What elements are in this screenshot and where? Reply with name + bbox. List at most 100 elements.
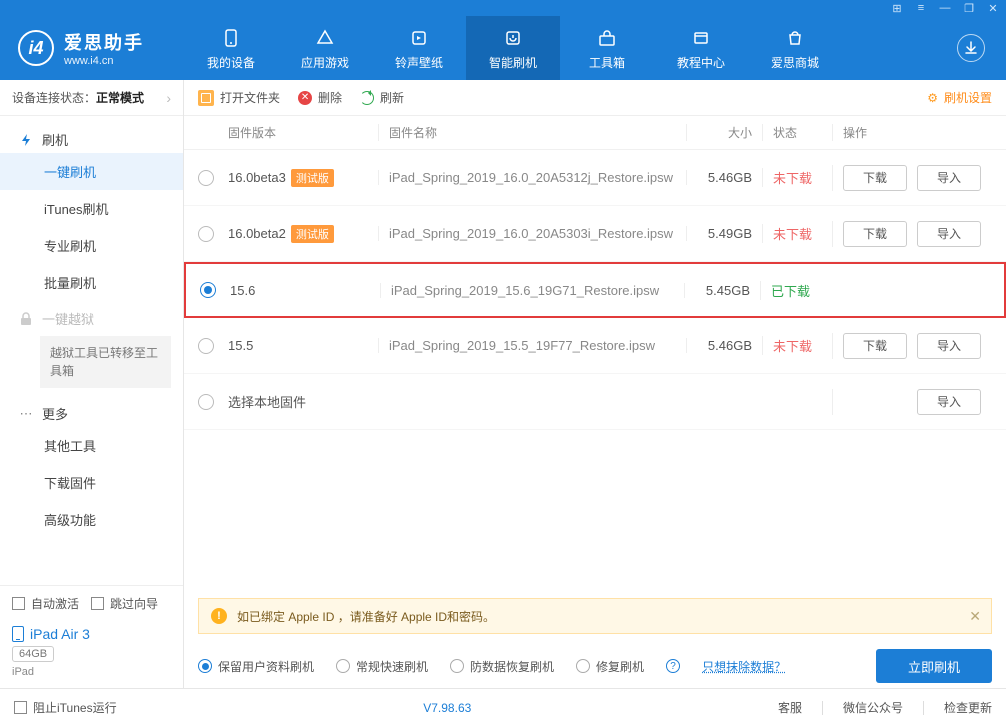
- col-ops: 操作: [832, 124, 992, 141]
- gear-icon: ⚙: [927, 91, 938, 105]
- titlebar-restore-icon[interactable]: ❐: [962, 1, 976, 15]
- top-nav: 我的设备应用游戏铃声壁纸智能刷机工具箱教程中心爱思商城: [184, 16, 936, 80]
- store-icon: [783, 26, 807, 50]
- device-icon: [219, 26, 243, 50]
- delete-icon: ✕: [298, 91, 312, 105]
- firmware-name: iPad_Spring_2019_16.0_20A5303i_Restore.i…: [378, 226, 686, 241]
- warning-icon: !: [211, 608, 227, 624]
- sidebar-group-flash[interactable]: 刷机: [0, 122, 183, 153]
- sidebar-scroll: 刷机 一键刷机iTunes刷机专业刷机批量刷机 一键越狱 越狱工具已转移至工具箱…: [0, 116, 183, 585]
- download-button[interactable]: 下载: [843, 221, 907, 247]
- titlebar-close-icon[interactable]: ✕: [986, 1, 1000, 15]
- group-flash-label: 刷机: [42, 130, 68, 149]
- warning-text: 如已绑定 Apple ID ，请准备好 Apple ID和密码。: [237, 608, 495, 625]
- sidebar-more-1[interactable]: 下载固件: [0, 464, 183, 501]
- firmware-status: 未下载: [762, 168, 832, 187]
- update-link[interactable]: 检查更新: [944, 699, 992, 716]
- sidebar-item-oneclick[interactable]: 一键刷机: [0, 153, 183, 190]
- conn-value: 正常模式: [96, 91, 144, 105]
- col-name: 固件名称: [378, 124, 686, 141]
- support-link[interactable]: 客服: [778, 699, 802, 716]
- import-button[interactable]: 导入: [917, 165, 981, 191]
- tab-device[interactable]: 我的设备: [184, 16, 278, 80]
- firmware-status: 未下载: [762, 336, 832, 355]
- warning-bar: ! 如已绑定 Apple ID ，请准备好 Apple ID和密码。 ✕: [198, 598, 992, 634]
- firmware-row[interactable]: 15.6iPad_Spring_2019_15.6_19G71_Restore.…: [184, 262, 1006, 318]
- firmware-name: iPad_Spring_2019_15.6_19G71_Restore.ipsw: [380, 283, 684, 298]
- toolbar: 打开文件夹 ✕删除 刷新 ⚙刷机设置: [184, 80, 1006, 116]
- download-button[interactable]: 下载: [843, 333, 907, 359]
- tab-flash[interactable]: 智能刷机: [466, 16, 560, 80]
- flash-now-button[interactable]: 立即刷机: [876, 649, 992, 683]
- app-version[interactable]: V7.98.63: [423, 701, 471, 715]
- firmware-size: 5.49GB: [686, 226, 762, 241]
- col-status: 状态: [762, 124, 832, 141]
- delete-button[interactable]: ✕删除: [298, 89, 342, 106]
- erase-data-link[interactable]: 只想抹除数据？: [702, 658, 786, 675]
- toolbox-icon: [595, 26, 619, 50]
- firmware-ops: 下载导入: [832, 333, 992, 359]
- tab-tutorial[interactable]: 教程中心: [654, 16, 748, 80]
- col-size: 大小: [686, 124, 762, 141]
- block-itunes-checkbox[interactable]: 阻止iTunes运行: [14, 699, 117, 716]
- refresh-button[interactable]: 刷新: [360, 89, 404, 106]
- close-warning-icon[interactable]: ✕: [969, 608, 981, 625]
- tab-apps[interactable]: 应用游戏: [278, 16, 372, 80]
- lock-icon: [18, 311, 34, 327]
- auto-activate-checkbox[interactable]: 自动激活: [12, 595, 79, 612]
- titlebar-grid-icon[interactable]: ⊞: [890, 1, 904, 15]
- firmware-radio[interactable]: [198, 338, 214, 354]
- import-button[interactable]: 导入: [917, 333, 981, 359]
- apps-icon: [313, 26, 337, 50]
- tab-ringtones[interactable]: 铃声壁纸: [372, 16, 466, 80]
- titlebar-minimize-icon[interactable]: —: [938, 1, 952, 15]
- firmware-version: 16.0beta2测试版: [228, 225, 378, 243]
- firmware-row[interactable]: 16.0beta3测试版iPad_Spring_2019_16.0_20A531…: [184, 150, 1006, 206]
- sidebar-item-itunes[interactable]: iTunes刷机: [0, 190, 183, 227]
- flash-settings-button[interactable]: ⚙刷机设置: [927, 89, 992, 106]
- flash-option-0[interactable]: 保留用户资料刷机: [198, 658, 314, 675]
- app-url: www.i4.cn: [64, 55, 144, 67]
- firmware-row[interactable]: 16.0beta2测试版iPad_Spring_2019_16.0_20A530…: [184, 206, 1006, 262]
- local-firmware-row[interactable]: 选择本地固件 导入: [184, 374, 1006, 430]
- sidebar-more-0[interactable]: 其他工具: [0, 427, 183, 464]
- firmware-radio[interactable]: [198, 226, 214, 242]
- tab-store[interactable]: 爱思商城: [748, 16, 842, 80]
- device-type: iPad: [12, 666, 171, 678]
- col-version: 固件版本: [228, 124, 378, 141]
- firmware-name: iPad_Spring_2019_16.0_20A5312j_Restore.i…: [378, 170, 686, 185]
- device-panel[interactable]: iPad Air 3 64GB iPad: [0, 620, 183, 688]
- tab-toolbox[interactable]: 工具箱: [560, 16, 654, 80]
- sidebar-group-more[interactable]: ⋯ 更多: [0, 396, 183, 427]
- sidebar-item-pro[interactable]: 专业刷机: [0, 227, 183, 264]
- flash-option-2[interactable]: 防数据恢复刷机: [450, 658, 554, 675]
- folder-icon: [198, 90, 214, 106]
- import-button[interactable]: 导入: [917, 221, 981, 247]
- sidebar-item-batch[interactable]: 批量刷机: [0, 264, 183, 301]
- firmware-radio[interactable]: [198, 170, 214, 186]
- import-local-button[interactable]: 导入: [917, 389, 981, 415]
- firmware-status: 已下载: [760, 281, 830, 300]
- flash-options: 保留用户资料刷机 常规快速刷机 防数据恢复刷机 修复刷机 ? 只想抹除数据？ 立即刷机: [198, 644, 992, 688]
- download-button[interactable]: 下载: [843, 165, 907, 191]
- flash-icon: [18, 132, 34, 148]
- firmware-ops: 下载导入: [832, 165, 992, 191]
- firmware-row[interactable]: 15.5iPad_Spring_2019_15.5_19F77_Restore.…: [184, 318, 1006, 374]
- titlebar-list-icon[interactable]: ≡: [914, 1, 928, 15]
- sidebar: 设备连接状态：正常模式 › 刷机 一键刷机iTunes刷机专业刷机批量刷机 一键…: [0, 80, 184, 688]
- open-folder-button[interactable]: 打开文件夹: [198, 89, 280, 106]
- radio-local[interactable]: [198, 394, 214, 410]
- firmware-radio[interactable]: [200, 282, 216, 298]
- firmware-version: 15.5: [228, 338, 378, 353]
- sidebar-more-2[interactable]: 高级功能: [0, 501, 183, 538]
- wechat-link[interactable]: 微信公众号: [843, 699, 903, 716]
- help-icon[interactable]: ?: [666, 659, 680, 673]
- flash-option-1[interactable]: 常规快速刷机: [336, 658, 428, 675]
- group-more-label: 更多: [42, 404, 68, 423]
- skip-guide-checkbox[interactable]: 跳过向导: [91, 595, 158, 612]
- flash-option-3[interactable]: 修复刷机: [576, 658, 644, 675]
- option-radio: [576, 659, 590, 673]
- download-manager-icon[interactable]: [957, 34, 985, 62]
- option-radio: [450, 659, 464, 673]
- connection-status[interactable]: 设备连接状态：正常模式 ›: [0, 80, 183, 116]
